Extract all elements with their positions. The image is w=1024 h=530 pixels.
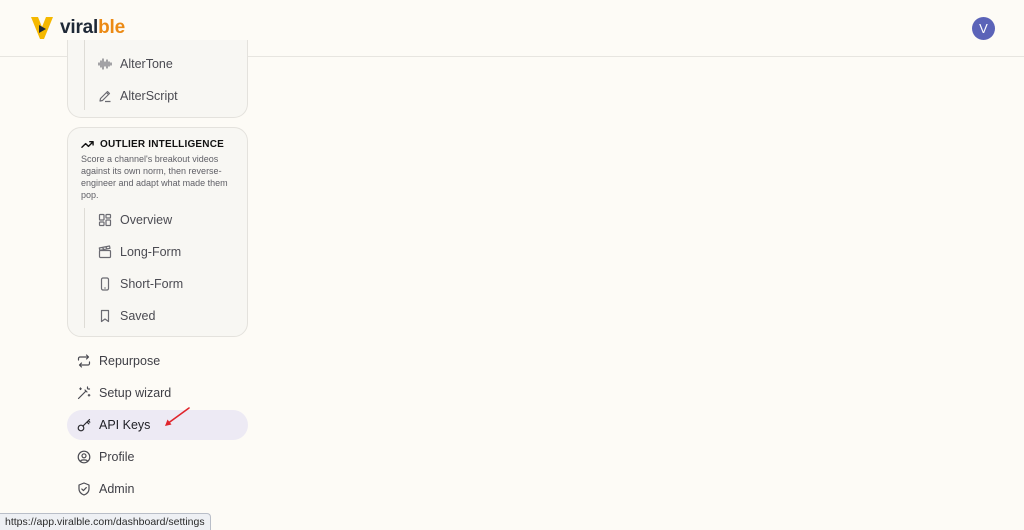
sidebar-item-altertone[interactable]: AlterTone <box>98 53 173 75</box>
repeat-icon <box>77 354 91 368</box>
clapperboard-icon <box>98 245 112 259</box>
layout-dashboard-icon <box>98 213 112 227</box>
annotation-arrow-icon <box>165 407 190 426</box>
user-circle-icon <box>77 450 91 464</box>
sidebar-item-saved[interactable]: Saved <box>98 305 155 327</box>
sidebar-item-profile[interactable]: Profile <box>67 442 248 472</box>
sidebar-item-label: Repurpose <box>99 354 161 368</box>
magic-wand-icon <box>77 386 91 400</box>
smartphone-icon <box>100 277 110 291</box>
brand-name-part2: ble <box>98 17 125 38</box>
brand-name-part1: viral <box>60 17 99 38</box>
user-avatar[interactable]: V <box>972 17 995 40</box>
sidebar-item-short-form[interactable]: Short-Form <box>98 273 183 295</box>
sidebar-item-label: AlterTone <box>120 57 173 71</box>
sidebar-item-label: AlterScript <box>120 89 178 103</box>
trending-up-icon <box>81 141 94 148</box>
sidebar-item-long-form[interactable]: Long-Form <box>98 241 181 263</box>
sidebar-item-alterscript[interactable]: AlterScript <box>98 85 178 107</box>
shield-check-icon <box>78 482 90 496</box>
group-divider <box>84 40 85 110</box>
group-divider <box>84 208 85 328</box>
sidebar-item-label: Long-Form <box>120 245 182 259</box>
sidebar-item-repurpose[interactable]: Repurpose <box>67 346 248 376</box>
sidebar-item-overview[interactable]: Overview <box>98 209 172 231</box>
sidebar-item-api-keys[interactable]: API Keys <box>67 410 248 440</box>
outlier-intelligence-group: OUTLIER INTELLIGENCE Score a channel's b… <box>67 127 248 337</box>
sidebar-item-label: Short-Form <box>120 277 184 291</box>
sidebar-item-admin[interactable]: Admin <box>67 474 248 504</box>
viralble-logo-icon <box>31 17 53 39</box>
sidebar-item-setup-wizard[interactable]: Setup wizard <box>67 378 248 408</box>
audio-waveform-icon <box>98 58 112 70</box>
tools-group: AlterTone AlterScript <box>67 40 248 118</box>
bookmark-icon <box>100 309 110 323</box>
outlier-group-description: Score a channel's breakout videos agains… <box>81 154 228 200</box>
key-icon <box>77 418 91 432</box>
sidebar-item-label: Admin <box>99 482 135 496</box>
outlier-group-header[interactable]: OUTLIER INTELLIGENCE <box>81 138 224 151</box>
sidebar-item-label: Setup wizard <box>99 386 172 400</box>
sidebar-item-label: Saved <box>120 309 156 323</box>
sidebar-item-label: Overview <box>120 213 173 227</box>
pencil-icon <box>99 90 111 103</box>
sidebar-item-label: API Keys <box>99 418 151 432</box>
browser-status-url: https://app.viralble.com/dashboard/setti… <box>0 513 211 530</box>
brand-logo[interactable]: viralble <box>30 15 125 41</box>
outlier-group-title: OUTLIER INTELLIGENCE <box>100 139 224 150</box>
sidebar-item-label: Profile <box>99 450 135 464</box>
